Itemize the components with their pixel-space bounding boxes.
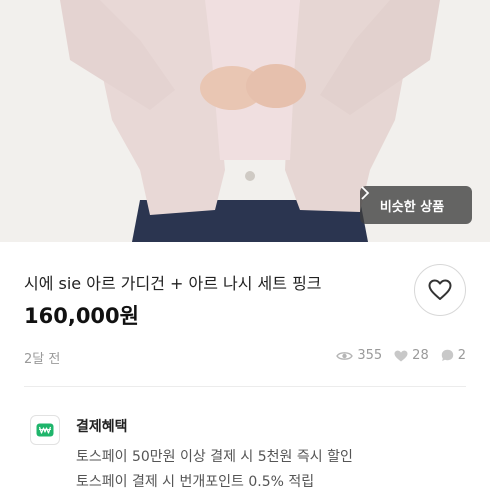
product-photo[interactable]: 비슷한 상품 <box>0 0 490 242</box>
like-button[interactable] <box>414 264 466 316</box>
product-title: 시에 sie 아르 가디건 + 아르 나시 세트 핑크 <box>24 274 322 293</box>
view-count-value: 355 <box>357 348 383 363</box>
chat-count: 2 <box>441 348 466 363</box>
heart-small-icon <box>394 350 408 361</box>
benefit-line-1: 토스페이 50만원 이상 결제 시 5천원 즉시 할인 <box>76 449 353 465</box>
product-price: 160,000원 <box>24 304 139 328</box>
posted-time: 2달 전 <box>24 352 61 367</box>
like-count: 28 <box>394 348 429 363</box>
chat-icon <box>441 349 453 361</box>
product-meta: 2달 전 355 28 2 <box>24 348 466 367</box>
view-count: 355 <box>336 348 382 363</box>
product-stats: 355 28 2 <box>328 348 466 363</box>
similar-products-button[interactable]: 비슷한 상품 <box>360 186 472 224</box>
heart-icon <box>428 279 452 300</box>
won-icon <box>30 415 60 445</box>
payment-benefits-title: 결제혜택 <box>76 419 128 435</box>
like-count-value: 28 <box>412 348 429 363</box>
section-divider <box>24 386 466 387</box>
eye-icon <box>336 351 354 360</box>
chat-count-value: 2 <box>457 348 466 363</box>
similar-products-label: 비슷한 상품 <box>379 199 445 215</box>
benefit-line-2: 토스페이 결제 시 번개포인트 0.5% 적립 <box>76 474 315 490</box>
